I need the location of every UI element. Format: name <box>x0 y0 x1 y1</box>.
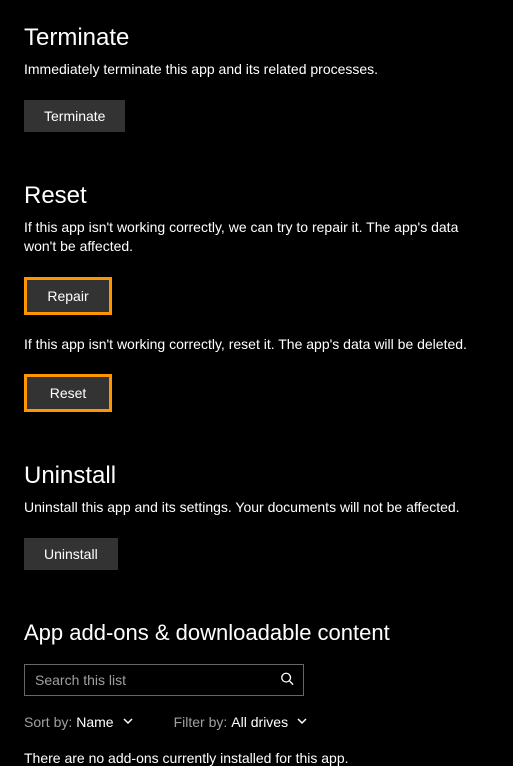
filter-value: All drives <box>231 714 288 730</box>
terminate-section: Terminate Immediately terminate this app… <box>24 24 489 132</box>
filter-row: Sort by: Name Filter by: All drives <box>24 714 489 730</box>
uninstall-description: Uninstall this app and its settings. You… <box>24 498 489 518</box>
repair-description: If this app isn't working correctly, we … <box>24 218 489 257</box>
reset-button[interactable]: Reset <box>27 377 109 409</box>
reset-title: Reset <box>24 182 489 210</box>
repair-highlight: Repair <box>24 277 112 315</box>
addons-empty-message: There are no add-ons currently installed… <box>24 750 489 766</box>
reset-section: Reset If this app isn't working correctl… <box>24 182 489 413</box>
reset-group: If this app isn't working correctly, res… <box>24 335 489 413</box>
sort-by-dropdown[interactable]: Sort by: Name <box>24 714 134 730</box>
sort-label: Sort by: <box>24 714 72 730</box>
addons-section: App add-ons & downloadable content Sort … <box>24 620 489 766</box>
uninstall-section: Uninstall Uninstall this app and its set… <box>24 462 489 570</box>
terminate-button[interactable]: Terminate <box>24 100 125 132</box>
search-input[interactable] <box>24 664 304 696</box>
addons-title: App add-ons & downloadable content <box>24 620 489 646</box>
repair-button[interactable]: Repair <box>27 280 109 312</box>
filter-by-dropdown[interactable]: Filter by: All drives <box>174 714 308 730</box>
chevron-down-icon <box>296 714 308 730</box>
reset-highlight: Reset <box>24 374 112 412</box>
uninstall-title: Uninstall <box>24 462 489 490</box>
repair-group: If this app isn't working correctly, we … <box>24 218 489 315</box>
terminate-title: Terminate <box>24 24 489 52</box>
search-container <box>24 664 304 696</box>
uninstall-button[interactable]: Uninstall <box>24 538 118 570</box>
filter-label: Filter by: <box>174 714 228 730</box>
sort-value: Name <box>76 714 113 730</box>
terminate-description: Immediately terminate this app and its r… <box>24 60 489 80</box>
reset-description: If this app isn't working correctly, res… <box>24 335 489 355</box>
chevron-down-icon <box>122 714 134 730</box>
